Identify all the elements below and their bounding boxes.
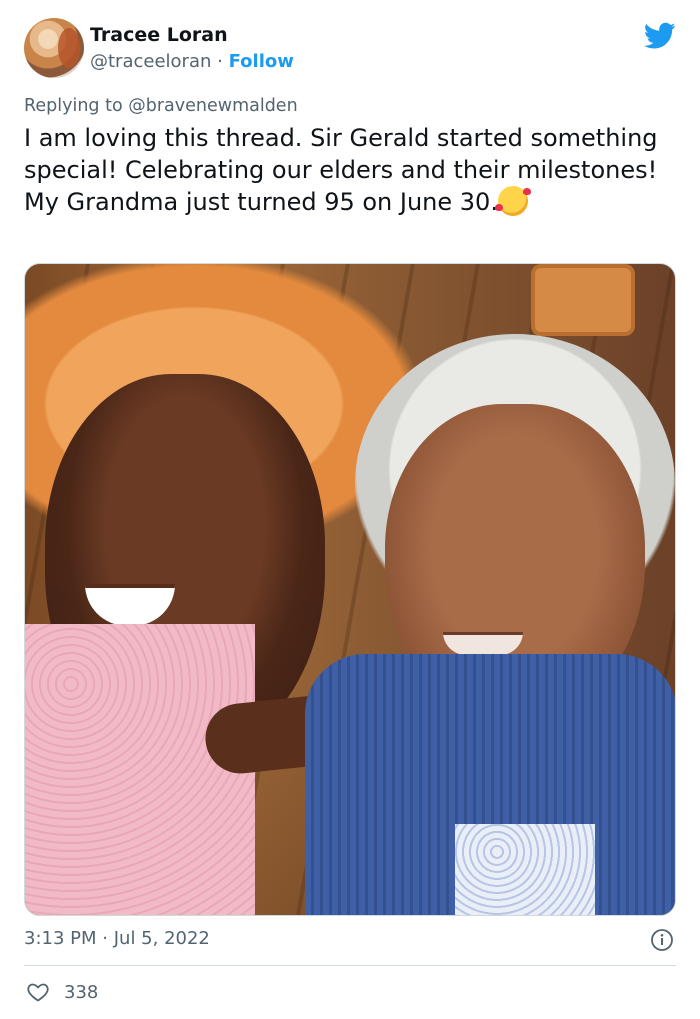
- info-icon[interactable]: [650, 928, 674, 952]
- follow-link[interactable]: Follow: [229, 51, 294, 72]
- avatar[interactable]: [24, 18, 84, 78]
- tweet-timestamp[interactable]: 3:13 PM · Jul 5, 2022: [24, 928, 210, 949]
- timestamp-separator: ·: [102, 928, 108, 949]
- tweet-date: Jul 5, 2022: [113, 928, 210, 949]
- photo-wall-frame: [531, 264, 635, 336]
- tweet-text: I am loving this thread. Sir Gerald star…: [24, 122, 664, 218]
- author-handle[interactable]: @traceeloran: [90, 51, 211, 72]
- tweet-time: 3:13 PM: [24, 928, 97, 949]
- reply-context: Replying to @bravenewmalden: [24, 96, 298, 116]
- photo-elder-blouse: [455, 824, 595, 915]
- like-count: 338: [64, 981, 99, 1003]
- like-action[interactable]: 338: [26, 978, 98, 1006]
- author-name[interactable]: Tracee Loran: [90, 24, 228, 46]
- photo-woman-top: [25, 624, 255, 915]
- tweet-header: Tracee Loran @traceeloran · Follow: [24, 18, 676, 82]
- smiling-face-with-hearts-emoji: [494, 186, 531, 216]
- reply-handle[interactable]: @bravenewmalden: [128, 96, 297, 116]
- photo-elder-mouth: [443, 632, 523, 655]
- twitter-bird-icon[interactable]: [644, 22, 676, 50]
- author-handle-line: @traceeloran · Follow: [90, 51, 294, 72]
- handle-separator: ·: [217, 51, 223, 72]
- heart-icon[interactable]: [26, 980, 50, 1004]
- tweet-text-body: I am loving this thread. Sir Gerald star…: [24, 124, 658, 216]
- reply-prefix: Replying to: [24, 96, 123, 116]
- divider: [24, 965, 676, 966]
- tweet-photo[interactable]: [24, 263, 676, 916]
